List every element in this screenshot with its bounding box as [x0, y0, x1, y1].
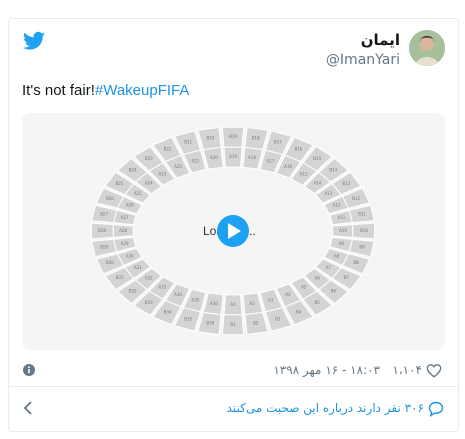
seat-label-a1: A1	[230, 302, 236, 307]
seat-label-a12: A12	[332, 203, 340, 208]
seat-label-a29: A29	[121, 241, 129, 246]
seat-label-a8: A8	[334, 253, 340, 258]
seat-label-b31: B31	[116, 275, 124, 280]
hashtag-link[interactable]: #WakeupFIFA	[95, 82, 189, 99]
seat-label-a26: A26	[126, 203, 134, 208]
seat-label-b32: B32	[129, 288, 137, 293]
seat-label-a18: A18	[248, 155, 256, 160]
seat-label-b15: B15	[313, 156, 321, 161]
seat-label-a6: A6	[315, 276, 321, 281]
seat-label-b13: B13	[343, 181, 351, 186]
seat-label-b18: B18	[252, 135, 260, 140]
seat-label-a11: A11	[337, 215, 345, 220]
speech-bubble-icon[interactable]	[428, 401, 444, 417]
seat-label-a7: A7	[326, 265, 332, 270]
seat-label-b25: B25	[116, 181, 124, 186]
seat-label-b34: B34	[164, 309, 172, 314]
twitter-bird-icon[interactable]	[23, 31, 45, 51]
seat-label-b4: B4	[296, 309, 302, 314]
tweet-footer[interactable]: ۳۰۶ نفر دارند درباره این صحبت می‌کنند	[9, 387, 458, 431]
seat-label-a17: A17	[267, 158, 275, 163]
stadium-seat-map: B21 B20 B19 B18 B17 B16 B15 B14 B13 B12 B11 B10 B9 B8…	[90, 126, 376, 336]
seat-label-a19: A19	[229, 154, 237, 159]
author-display-name[interactable]: ایمان	[361, 31, 400, 49]
reply-conversation-link[interactable]: ۳۰۶ نفر دارند درباره این صحبت می‌کنند	[227, 401, 424, 415]
seat-label-a22: A22	[174, 164, 182, 169]
seat-label-b36: B36	[206, 321, 214, 326]
seat-label-a20: A20	[210, 155, 218, 160]
avatar-image	[409, 30, 445, 66]
seat-label-a36: A36	[210, 301, 218, 306]
seat-label-a3: A3	[268, 298, 274, 303]
seat-label-b3: B3	[275, 316, 281, 321]
seat-label-b23: B23	[145, 156, 153, 161]
seat-label-b22: B22	[164, 147, 172, 152]
seat-label-b12: B12	[352, 196, 360, 201]
seat-label-b8: B8	[353, 260, 359, 265]
seat-label-a24: A24	[145, 180, 153, 185]
seat-label-b9: B9	[359, 244, 365, 249]
seat-label-a13: A13	[324, 191, 332, 196]
seat-label-b19: B19	[229, 134, 237, 139]
seat-label-b33: B33	[145, 300, 153, 305]
tweet-meta-row: ۱۸:۰۳ - ۱۶ مهر ۱۳۹۸ ۱،۱۰۴	[9, 356, 458, 387]
seat-label-b2: B2	[253, 321, 259, 326]
like-count: ۱،۱۰۴	[392, 363, 422, 377]
seat-label-b16: B16	[295, 147, 303, 152]
author-avatar[interactable]	[409, 30, 445, 66]
seat-label-b29: B29	[100, 244, 108, 249]
seat-label-a30: A30	[126, 253, 134, 258]
seat-label-b1: B1	[230, 322, 236, 327]
seat-label-a28: A28	[119, 228, 127, 233]
heart-icon[interactable]	[426, 363, 442, 378]
seat-label-b11: B11	[358, 212, 366, 217]
seat-label-a4: A4	[285, 292, 291, 297]
seat-label-a15: A15	[300, 171, 308, 176]
seat-label-b35: B35	[184, 316, 192, 321]
seat-label-b17: B17	[274, 140, 282, 145]
seat-label-a35: A35	[191, 298, 199, 303]
info-icon[interactable]	[23, 364, 35, 376]
seat-label-a23: A23	[158, 171, 166, 176]
tweet-media[interactable]: B21 B20 B19 B18 B17 B16 B15 B14 B13 B12 B11 B10 B9 B8…	[22, 113, 445, 350]
seat-label-b21: B21	[184, 140, 192, 145]
seat-label-a32: A32	[145, 276, 153, 281]
seat-label-b30: B30	[106, 260, 114, 265]
tweet-timestamp[interactable]: ۱۸:۰۳ - ۱۶ مهر ۱۳۹۸	[273, 363, 380, 377]
seat-label-a33: A33	[158, 285, 166, 290]
seat-label-a2: A2	[249, 301, 255, 306]
chevron-left-icon[interactable]	[23, 401, 33, 415]
seat-label-a25: A25	[134, 191, 142, 196]
seat-label-a16: A16	[284, 164, 292, 169]
seat-label-b27: B27	[100, 212, 108, 217]
seat-label-a34: A34	[174, 292, 182, 297]
seat-label-b6: B6	[331, 288, 337, 293]
tweet-text: It's not fair!#WakeupFIFA	[22, 82, 189, 99]
seat-label-a14: A14	[313, 180, 321, 185]
tweet-card: ایمان @ImanYari It's not fair!#WakeupFIF…	[8, 18, 459, 432]
author-handle[interactable]: @ImanYari	[326, 52, 400, 68]
seat-label-b28: B28	[98, 228, 106, 233]
seat-label-a21: A21	[191, 158, 199, 163]
seat-label-b20: B20	[206, 135, 214, 140]
seat-label-a5: A5	[301, 285, 307, 290]
seat-label-b10: B10	[360, 228, 368, 233]
seat-label-b26: B26	[106, 196, 114, 201]
seat-label-a27: A27	[121, 215, 129, 220]
seat-label-b5: B5	[315, 300, 321, 305]
seat-label-a9: A9	[339, 241, 345, 246]
seat-label-a10: A10	[339, 228, 347, 233]
seat-label-b24: B24	[129, 168, 137, 173]
seat-label-a31: A31	[134, 265, 142, 270]
seat-label-b7: B7	[344, 275, 350, 280]
seat-label-b14: B14	[329, 168, 337, 173]
tweet-text-body: It's not fair!	[22, 82, 95, 99]
